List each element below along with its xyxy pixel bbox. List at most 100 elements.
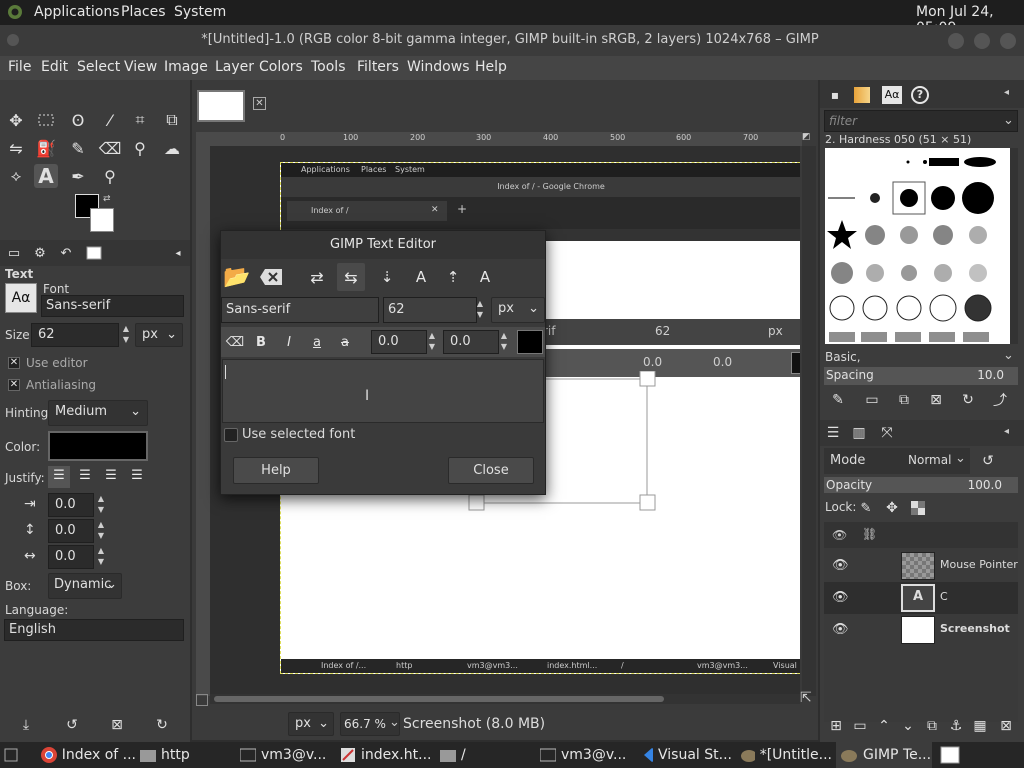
- menu-tools[interactable]: Tools: [311, 59, 346, 75]
- use-editor-checkbox[interactable]: ✕: [8, 357, 20, 369]
- image-tab-thumbnail[interactable]: [197, 90, 245, 122]
- eye-icon[interactable]: 👁: [832, 590, 849, 605]
- justify-left-icon[interactable]: ☰: [48, 466, 70, 488]
- underline-icon[interactable]: a: [303, 328, 331, 356]
- dock-menu-icon[interactable]: ◂: [1004, 87, 1009, 98]
- vertical-scrollbar[interactable]: [802, 146, 816, 696]
- editor-unit-select[interactable]: px ⌄: [491, 297, 545, 323]
- menu-help[interactable]: Help: [475, 59, 507, 75]
- italic-icon[interactable]: I: [275, 328, 303, 356]
- horizontal-ruler[interactable]: 0 100 200 300 400 500 600 700: [196, 132, 802, 146]
- delete-options-icon[interactable]: ⊠: [105, 713, 129, 737]
- anchor-layer-icon[interactable]: ⚓: [944, 714, 968, 738]
- dock-menu-icon[interactable]: ◂: [166, 241, 190, 265]
- vertical-rl-upright-icon[interactable]: A: [407, 263, 435, 291]
- background-color-swatch[interactable]: [90, 208, 114, 232]
- status-unit-select[interactable]: px ⌄: [288, 712, 334, 736]
- menu-edit[interactable]: Edit: [41, 59, 68, 75]
- clone-tool-icon[interactable]: ⚲: [128, 136, 152, 160]
- lasso-tool-icon[interactable]: ʘ: [66, 108, 90, 132]
- quick-mask-icon[interactable]: [196, 694, 208, 706]
- warp-tool-icon[interactable]: ⇋: [4, 136, 28, 160]
- baseline-input[interactable]: 0.0: [371, 330, 427, 354]
- window-controls-icon[interactable]: [947, 32, 1017, 50]
- brush-filter-input[interactable]: filter: [824, 110, 1018, 132]
- justify-fill-icon[interactable]: ☰: [126, 466, 148, 488]
- menu-windows[interactable]: Windows: [407, 59, 470, 75]
- antialiasing-checkbox[interactable]: ✕: [8, 379, 20, 391]
- editor-size-spin-icon[interactable]: ▲ ▼: [473, 298, 487, 322]
- lock-alpha-icon[interactable]: [906, 496, 930, 520]
- open-brush-icon[interactable]: ⤴: [988, 388, 1012, 412]
- taskbar-item[interactable]: vm3@v...: [236, 742, 332, 768]
- clear-text-icon[interactable]: [257, 263, 285, 291]
- lock-position-icon[interactable]: ✥: [880, 496, 904, 520]
- brush-scrollbar[interactable]: [1010, 148, 1018, 344]
- taskbar-item[interactable]: http: [136, 742, 232, 768]
- crop-tool-icon[interactable]: ⌗: [128, 108, 152, 132]
- taskbar-item[interactable]: Index of ...: [36, 742, 136, 768]
- smudge-tool-icon[interactable]: ☁: [160, 136, 184, 160]
- brushes-tab-icon[interactable]: ▪: [823, 83, 847, 107]
- eraser-icon[interactable]: ⌫: [98, 136, 122, 160]
- show-desktop-icon[interactable]: [0, 742, 22, 768]
- vertical-ruler[interactable]: [196, 146, 210, 696]
- delete-layer-icon[interactable]: ⊠: [994, 714, 1018, 738]
- use-selected-font-checkbox[interactable]: [224, 428, 238, 442]
- taskbar-item[interactable]: vm3@v...: [536, 742, 632, 768]
- justify-center-icon[interactable]: ☰: [100, 466, 122, 488]
- chevron-down-icon[interactable]: ⌄: [1003, 113, 1014, 128]
- lower-layer-icon[interactable]: ⌄: [896, 714, 920, 738]
- tool-options-tab-icon[interactable]: ▭: [2, 241, 26, 265]
- restore-options-icon[interactable]: ↺: [60, 713, 84, 737]
- opacity-slider[interactable]: Opacity 100.0: [824, 477, 1018, 493]
- window-titlebar[interactable]: *[Untitled]-1.0 (RGB color 8-bit gamma i…: [0, 25, 1024, 56]
- brush-grid[interactable]: [825, 148, 1010, 344]
- indent-spin-icon[interactable]: ▲ ▼: [94, 493, 108, 517]
- swap-colors-icon[interactable]: ⇄: [103, 194, 115, 204]
- chevron-down-icon[interactable]: ⌄: [1003, 348, 1014, 363]
- taskbar-item[interactable]: index.ht...: [336, 742, 432, 768]
- font-field[interactable]: Sans-serif: [41, 295, 184, 317]
- lock-pixels-icon[interactable]: ✎: [854, 496, 878, 520]
- text-color-button[interactable]: [48, 431, 148, 461]
- fonts-tab-icon[interactable]: Aα: [882, 86, 902, 104]
- paths-tab-icon[interactable]: ⤧: [875, 421, 899, 445]
- box-select[interactable]: Dynamic ⌄: [48, 573, 122, 599]
- delete-brush-icon[interactable]: ⊠: [924, 388, 948, 412]
- horizontal-scrollbar-thumb[interactable]: [214, 696, 664, 702]
- layers-tab-icon[interactable]: ☰: [821, 421, 845, 445]
- layer-row[interactable]: 👁 A C: [824, 582, 1018, 614]
- images-tab-icon[interactable]: [82, 241, 106, 265]
- text-editor-dialog[interactable]: GIMP Text Editor 📂 ⇄ ⇆ ⇣ A ⇡ A Sans-seri…: [220, 230, 546, 495]
- size-spin-icon[interactable]: ▲ ▼: [119, 323, 133, 347]
- menu-select[interactable]: Select: [77, 59, 120, 75]
- transform-tool-icon[interactable]: ⧉: [160, 108, 184, 132]
- open-file-icon[interactable]: 📂: [223, 263, 251, 291]
- size-unit-select[interactable]: px ⌄: [135, 323, 183, 347]
- bucket-fill-icon[interactable]: ⛽: [34, 136, 58, 160]
- close-image-icon[interactable]: ✕: [253, 97, 266, 110]
- clear-style-icon[interactable]: ⌫: [221, 328, 249, 356]
- menu-colors[interactable]: Colors: [259, 59, 303, 75]
- patterns-tab-icon[interactable]: [854, 87, 870, 103]
- chevron-down-icon[interactable]: ⌄: [389, 715, 400, 730]
- size-input[interactable]: 62: [31, 323, 119, 347]
- duplicate-layer-icon[interactable]: ⧉: [920, 714, 944, 738]
- edit-brush-icon[interactable]: ✎: [826, 388, 850, 412]
- menu-layer[interactable]: Layer: [215, 59, 254, 75]
- paths-tool-icon[interactable]: ⟡: [4, 164, 28, 188]
- undo-history-tab-icon[interactable]: ↶: [54, 241, 78, 265]
- taskbar-item[interactable]: /: [436, 742, 532, 768]
- eye-icon[interactable]: 👁: [832, 558, 849, 573]
- mode-switch-icon[interactable]: ↺: [976, 449, 1000, 473]
- vertical-lr-upright-icon[interactable]: A: [471, 263, 499, 291]
- color-picker-icon[interactable]: ✒: [66, 164, 90, 188]
- font-preview-button[interactable]: Aα: [5, 283, 37, 313]
- close-button[interactable]: Close: [448, 457, 534, 484]
- editor-text-area[interactable]: I: [222, 359, 544, 423]
- indent-input[interactable]: 0.0: [48, 493, 94, 517]
- device-status-tab-icon[interactable]: ⚙: [28, 241, 52, 265]
- menu-view[interactable]: View: [124, 59, 157, 75]
- navigate-icon[interactable]: ⇱: [800, 690, 812, 706]
